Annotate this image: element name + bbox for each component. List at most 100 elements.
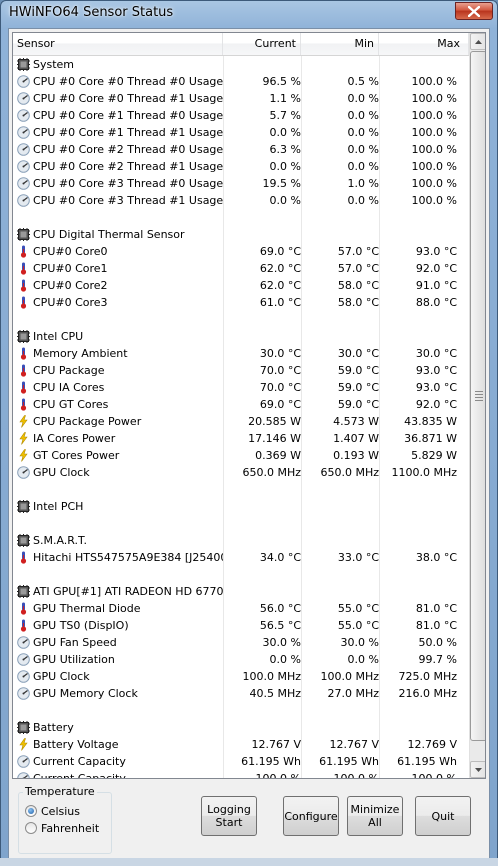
sensor-row[interactable]: GPU Clock 650.0 MHz 650.0 MHz 1100.0 MHz: [13, 464, 469, 481]
sensor-row[interactable]: CPU#0 Core1 62.0 °C 57.0 °C 92.0 °C: [13, 260, 469, 277]
app-window: HWiNFO64 Sensor Status Sensor Current Mi…: [0, 0, 498, 866]
radio-button[interactable]: [25, 822, 37, 834]
sensor-name: Memory Ambient: [33, 347, 128, 360]
sensor-group-row[interactable]: System: [13, 56, 469, 73]
sensor-name: CPU #0 Core #3 Thread #1 Usage: [33, 194, 223, 207]
sensor-row[interactable]: GPU Thermal Diode 56.0 °C 55.0 °C 81.0 °C: [13, 600, 469, 617]
sensor-group-row[interactable]: S.M.A.R.T.: [13, 532, 469, 549]
scroll-down-button[interactable]: [470, 761, 485, 778]
sensor-current-value: 62.0 °C: [259, 262, 301, 275]
sensor-row[interactable]: Hitachi HTS547575A9E384 [J25400... 34.0 °…: [13, 549, 469, 566]
sensor-current-value: 650.0 MHz: [242, 466, 301, 479]
sensor-max-value: 100.0 %: [411, 194, 457, 207]
minimize-all-button[interactable]: Minimize All: [347, 796, 403, 836]
sensor-min-value: 55.0 °C: [337, 602, 379, 615]
sensor-max-value: 1100.0 MHz: [391, 466, 457, 479]
column-header-min[interactable]: Min: [301, 33, 379, 55]
sensor-min-value: 0.0 %: [347, 92, 379, 105]
sensor-row[interactable]: CPU #0 Core #0 Thread #1 Usage 1.1 % 0.0 %…: [13, 90, 469, 107]
sensor-row[interactable]: IA Cores Power 17.146 W 1.407 W 36.871 W: [13, 430, 469, 447]
sensor-max-value: 81.0 °C: [415, 602, 457, 615]
sensor-max-value: 100.0 %: [411, 92, 457, 105]
sensor-row[interactable]: Battery Voltage 12.767 V 12.767 V 12.769 V: [13, 736, 469, 753]
sensor-group-row[interactable]: Battery: [13, 719, 469, 736]
sensor-row[interactable]: CPU #0 Core #3 Thread #0 Usage 19.5 % 1.0 …: [13, 175, 469, 192]
sensor-row[interactable]: GPU Fan Speed 30.0 % 30.0 % 50.0 %: [13, 634, 469, 651]
minimize-all-label: Minimize All: [350, 803, 400, 829]
close-button[interactable]: [455, 2, 493, 20]
radio-label-fahrenheit: Fahrenheit: [41, 822, 100, 835]
scroll-up-button[interactable]: [470, 33, 485, 50]
title-bar[interactable]: HWiNFO64 Sensor Status: [1, 1, 497, 27]
blank-row: [13, 311, 469, 328]
sensor-name: CPU #0 Core #0 Thread #1 Usage: [33, 92, 223, 105]
sensor-min-value: 100.0 MHz: [320, 670, 379, 683]
sensor-row[interactable]: CPU#0 Core0 69.0 °C 57.0 °C 93.0 °C: [13, 243, 469, 260]
sensor-max-value: 100.0 %: [411, 772, 457, 779]
sensor-row[interactable]: CPU #0 Core #3 Thread #1 Usage 0.0 % 0.0 %…: [13, 192, 469, 209]
sensor-max-value: 61.195 Wh: [397, 755, 457, 768]
sensor-row[interactable]: Current Capacity 100.0 % 100.0 % 100.0 %: [13, 770, 469, 779]
sensor-current-value: 0.0 %: [269, 194, 301, 207]
sensor-min-value: 57.0 °C: [337, 262, 379, 275]
sensor-current-value: 17.146 W: [248, 432, 301, 445]
sensor-max-value: 88.0 °C: [415, 296, 457, 309]
sensor-row[interactable]: GT Cores Power 0.369 W 0.193 W 5.829 W: [13, 447, 469, 464]
sensor-name: CPU GT Cores: [33, 398, 109, 411]
sensor-row[interactable]: CPU Package 70.0 °C 59.0 °C 93.0 °C: [13, 362, 469, 379]
sensor-row[interactable]: GPU Clock 100.0 MHz 100.0 MHz 725.0 MHz: [13, 668, 469, 685]
sensor-row[interactable]: CPU #0 Core #0 Thread #0 Usage 96.5 % 0.5 …: [13, 73, 469, 90]
sensor-row[interactable]: CPU #0 Core #1 Thread #1 Usage 0.0 % 0.0 %…: [13, 124, 469, 141]
sensor-row[interactable]: GPU Memory Clock 40.5 MHz 27.0 MHz 216.0 MH…: [13, 685, 469, 702]
vertical-scrollbar[interactable]: [469, 33, 485, 778]
sensor-min-value: 12.767 V: [329, 738, 379, 751]
sensor-row[interactable]: Current Capacity 61.195 Wh 61.195 Wh 61.195…: [13, 753, 469, 770]
sensor-current-value: 62.0 °C: [259, 279, 301, 292]
sensor-max-value: 43.835 W: [404, 415, 457, 428]
group-name: ATI GPU[#1] ATI RADEON HD 6770...: [33, 585, 223, 598]
sensor-name: CPU#0 Core2: [33, 279, 108, 292]
sensor-min-value: 59.0 °C: [337, 364, 379, 377]
sensor-name: GPU Utilization: [33, 653, 115, 666]
logging-start-button[interactable]: Logging Start: [201, 796, 257, 836]
sensor-max-value: 100.0 %: [411, 75, 457, 88]
column-header-sensor[interactable]: Sensor: [13, 33, 223, 55]
configure-button[interactable]: Configure: [283, 796, 339, 836]
grip-line: [475, 397, 483, 398]
sensor-group-row[interactable]: Intel PCH: [13, 498, 469, 515]
sensor-row[interactable]: GPU Utilization 0.0 % 0.0 % 99.7 %: [13, 651, 469, 668]
group-name: Intel PCH: [33, 500, 84, 513]
sensor-current-value: 0.0 %: [269, 126, 301, 139]
sensor-list[interactable]: Sensor Current Min Max System CPU #0 Core…: [12, 32, 486, 779]
sensor-min-value: 57.0 °C: [337, 245, 379, 258]
sensor-current-value: 5.7 %: [269, 109, 301, 122]
sensor-row[interactable]: CPU#0 Core2 62.0 °C 58.0 °C 91.0 °C: [13, 277, 469, 294]
sensor-group-row[interactable]: CPU Digital Thermal Sensor: [13, 226, 469, 243]
sensor-current-value: 56.0 °C: [259, 602, 301, 615]
column-header-max[interactable]: Max: [379, 33, 469, 55]
sensor-group-row[interactable]: ATI GPU[#1] ATI RADEON HD 6770...: [13, 583, 469, 600]
sensor-row[interactable]: CPU GT Cores 69.0 °C 59.0 °C 92.0 °C: [13, 396, 469, 413]
sensor-row[interactable]: CPU #0 Core #1 Thread #0 Usage 5.7 % 0.0 %…: [13, 107, 469, 124]
sensor-row[interactable]: CPU #0 Core #2 Thread #1 Usage 0.0 % 0.0 %…: [13, 158, 469, 175]
group-name: System: [33, 58, 75, 71]
sensor-row[interactable]: CPU Package Power 20.585 W 4.573 W 43.835 W: [13, 413, 469, 430]
sensor-group-row[interactable]: Intel CPU: [13, 328, 469, 345]
sensor-max-value: 725.0 MHz: [398, 670, 457, 683]
scroll-thumb[interactable]: [470, 51, 485, 741]
blank-row: [13, 566, 469, 583]
sensor-row[interactable]: CPU#0 Core3 61.0 °C 58.0 °C 88.0 °C: [13, 294, 469, 311]
sensor-row[interactable]: Memory Ambient 30.0 °C 30.0 °C 30.0 °C: [13, 345, 469, 362]
quit-button[interactable]: Quit: [415, 796, 471, 836]
sensor-max-value: 100.0 %: [411, 109, 457, 122]
sensor-min-value: 0.193 W: [333, 449, 379, 462]
sensor-name: IA Cores Power: [33, 432, 116, 445]
radio-button-selected[interactable]: [25, 805, 37, 817]
sensor-name: CPU IA Cores: [33, 381, 105, 394]
sensor-row[interactable]: CPU IA Cores 70.0 °C 59.0 °C 93.0 °C: [13, 379, 469, 396]
sensor-current-value: 0.369 W: [255, 449, 301, 462]
sensor-row[interactable]: CPU #0 Core #2 Thread #0 Usage 6.3 % 0.0 %…: [13, 141, 469, 158]
sensor-min-value: 100.0 %: [333, 772, 379, 779]
sensor-row[interactable]: GPU TS0 (DispIO) 56.5 °C 55.0 °C 81.0 °C: [13, 617, 469, 634]
column-header-current[interactable]: Current: [223, 33, 301, 55]
